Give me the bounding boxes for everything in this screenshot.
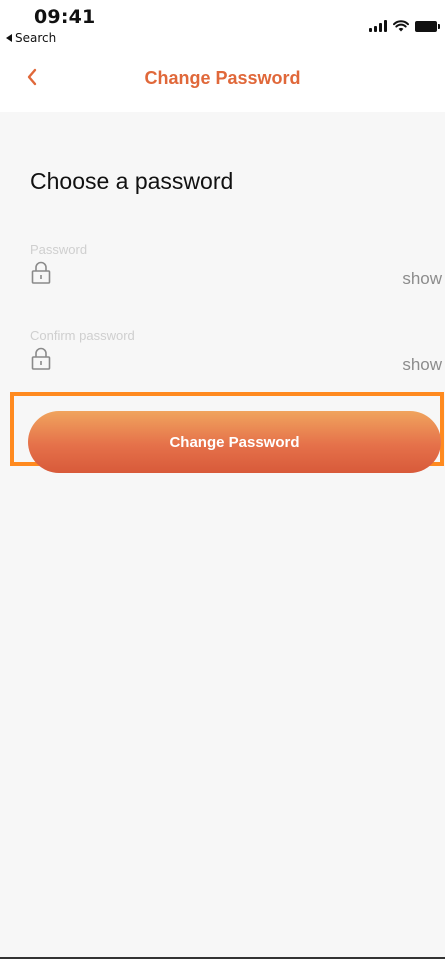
battery-icon [415, 21, 440, 32]
status-back-to-app[interactable]: Search [6, 31, 56, 45]
lock-icon [31, 347, 51, 370]
status-icons [369, 20, 440, 32]
password-show-toggle[interactable]: show [402, 269, 442, 289]
confirm-password-input[interactable] [60, 346, 394, 378]
nav-bar: Change Password [0, 50, 445, 112]
password-field: Password show [30, 242, 442, 292]
confirm-password-field: Confirm password show [30, 328, 442, 378]
section-heading: Choose a password [30, 168, 234, 194]
password-input[interactable] [60, 260, 394, 292]
confirm-password-label: Confirm password [30, 328, 135, 343]
password-label: Password [30, 242, 88, 257]
lock-icon [31, 261, 51, 284]
wifi-icon [393, 20, 409, 32]
change-password-button[interactable]: Change Password [28, 411, 441, 473]
status-bar: 09:41 Search [0, 0, 445, 50]
status-time: 09:41 [34, 6, 96, 28]
back-triangle-icon [6, 34, 12, 42]
page-title: Change Password [144, 68, 301, 88]
cellular-signal-icon [369, 20, 387, 32]
confirm-password-show-toggle[interactable]: show [402, 355, 442, 375]
status-back-label: Search [15, 31, 57, 45]
